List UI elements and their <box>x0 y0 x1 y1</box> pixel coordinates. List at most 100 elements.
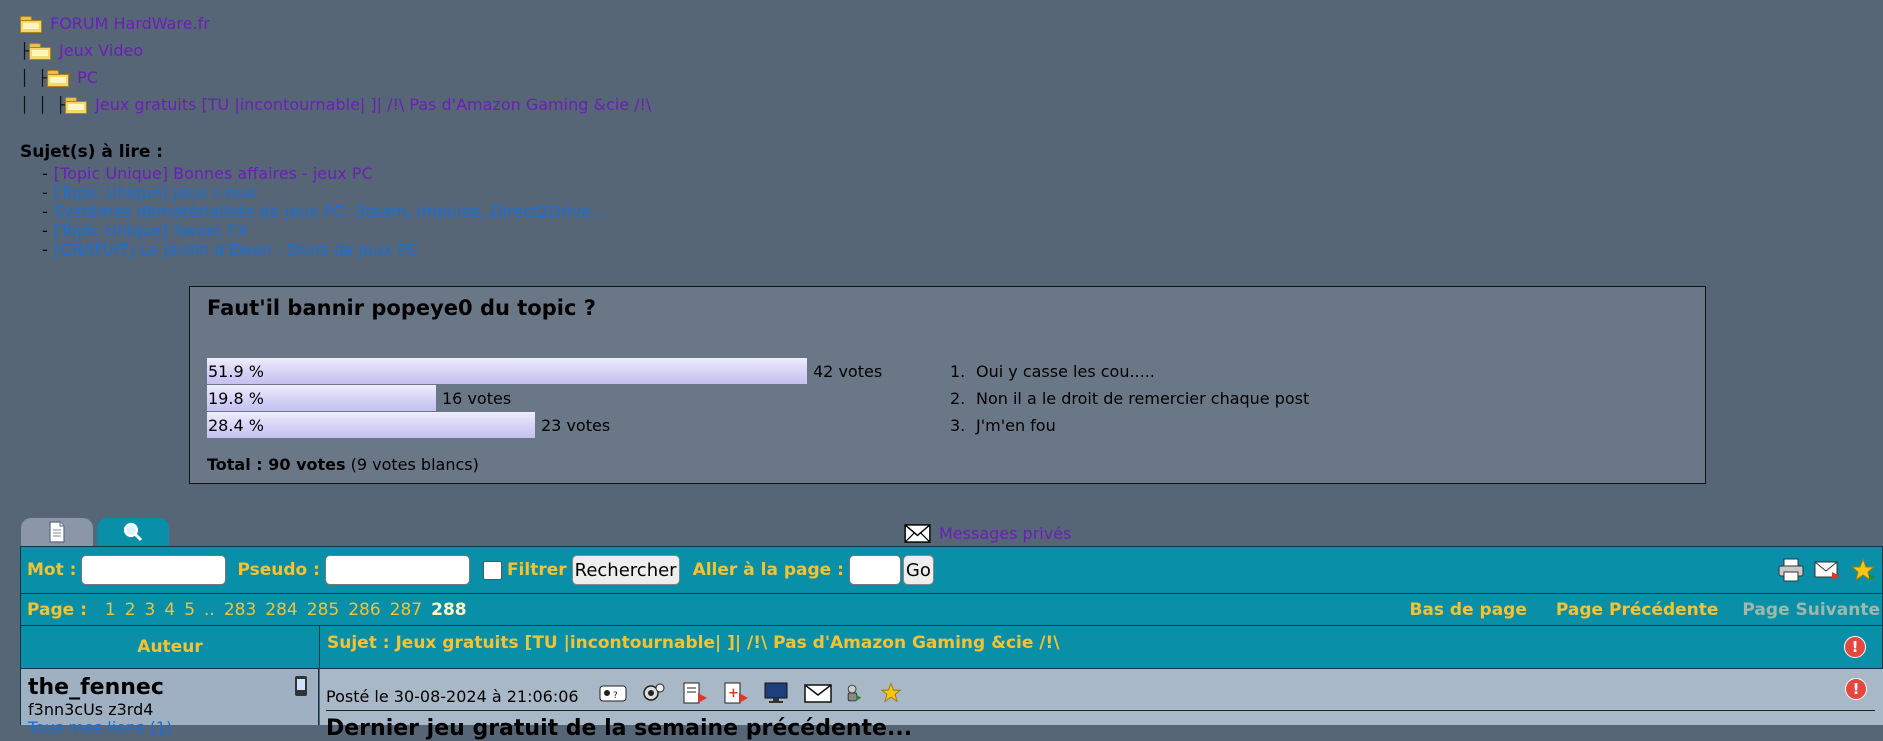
document-icon <box>49 521 65 543</box>
alert-icon[interactable]: ! <box>1844 636 1866 658</box>
topic-link[interactable]: Systèmes dématérialisés de jeux PC: Stea… <box>54 202 606 221</box>
post-body-cell: Posté le 30-08-2024 à 21:06:06 ? + ! Der… <box>320 669 1883 741</box>
quote-add-icon[interactable]: + <box>722 681 750 705</box>
page-link[interactable]: 285 <box>307 600 339 620</box>
mot-label: Mot : <box>27 560 77 580</box>
poll-option: 2. Non il a le droit de remercier chaque … <box>950 385 1309 411</box>
post-date: Posté le 30-08-2024 à 21:06:06 <box>326 687 579 706</box>
breadcrumb-item[interactable]: │ │ ├ Jeux gratuits [TU |incontournable|… <box>20 91 651 118</box>
page-link[interactable]: 3 <box>145 600 156 620</box>
mail-topic-icon[interactable] <box>1814 558 1842 582</box>
author-subtitle: f3nn3cUs z3rd4 <box>28 700 154 719</box>
author-column-header: Auteur <box>21 626 320 668</box>
private-messages[interactable]: Messages privés <box>904 524 1071 543</box>
pseudo-input[interactable] <box>324 555 470 585</box>
edit-message-icon[interactable] <box>681 681 709 705</box>
list-item: - [GRATUIT] Le Jardin d'Ewen - Dons de je… <box>42 240 419 259</box>
tree-prefix: ├ <box>20 41 30 60</box>
favorite-star-icon[interactable] <box>1850 557 1876 583</box>
breadcrumb-item[interactable]: ├ Jeux Video <box>20 37 651 64</box>
folder-icon <box>29 42 52 60</box>
search-button[interactable]: Rechercher <box>571 555 680 585</box>
post-divider <box>326 710 1875 711</box>
page-link[interactable]: 283 <box>224 600 256 620</box>
tab-search[interactable] <box>97 518 169 546</box>
list-item: - [Topic Unique] Sweet FX <box>42 221 248 240</box>
topic-link[interactable]: [GRATUIT] Le Jardin d'Ewen - Dons de jeu… <box>54 240 419 259</box>
previous-page-link[interactable]: Page Précédente <box>1556 600 1719 620</box>
alert-icon[interactable]: ! <box>1845 678 1867 700</box>
breadcrumb-link-topic[interactable]: Jeux gratuits [TU |incontournable| ]| /!… <box>95 95 651 114</box>
poll-option-number: 3. <box>950 415 966 435</box>
mobile-phone-icon <box>295 676 307 696</box>
print-icon[interactable] <box>1778 558 1804 582</box>
page-link[interactable]: 4 <box>164 600 175 620</box>
envelope-icon <box>904 524 931 543</box>
poll-option: 1. Oui y casse les cou..... <box>950 358 1155 384</box>
tree-prefix: │ ├ <box>20 68 48 87</box>
author-name[interactable]: the_fennec <box>28 675 164 700</box>
tree-prefix: │ │ ├ <box>20 95 66 114</box>
page-label: Page : <box>27 599 87 620</box>
poll-bar: 51.9 % <box>207 358 807 384</box>
profile-icon[interactable]: ? <box>599 681 627 705</box>
topic-link[interactable]: [Topic Unique] Jeux Linux <box>54 183 256 202</box>
send-mail-icon[interactable] <box>804 681 832 705</box>
breadcrumb-item[interactable]: │ ├ PC <box>20 64 651 91</box>
poll-option-label: Oui y casse les cou..... <box>976 361 1155 381</box>
poll-option-number: 1. <box>950 361 966 381</box>
pseudo-label: Pseudo : <box>237 560 320 580</box>
poll-option-number: 2. <box>950 388 966 408</box>
subject-column-header: Sujet : Jeux gratuits [TU |incontournabl… <box>327 633 1060 653</box>
bottom-of-page-link[interactable]: Bas de page <box>1409 600 1526 620</box>
topic-link[interactable]: [Topic Unique] Sweet FX <box>54 221 248 240</box>
poll-result-row: 51.9 % 42 votes <box>207 358 882 384</box>
page-link[interactable]: 1 <box>105 600 116 620</box>
poll-question: Faut'il bannir popeye0 du topic ? <box>207 296 596 320</box>
poll-result-row: 19.8 % 16 votes <box>207 385 511 411</box>
breadcrumb-link-jeux-video[interactable]: Jeux Video <box>59 41 143 60</box>
poll-votes: 23 votes <box>541 415 611 435</box>
page-link[interactable]: 2 <box>125 600 136 620</box>
post-row: the_fennec f3nn3cUs z3rd4 Tous mes liens… <box>20 669 1883 741</box>
alert-moderator-icon[interactable] <box>845 681 867 705</box>
page-ellipsis: .. <box>204 599 215 620</box>
poll-blank-votes: (9 votes blancs) <box>350 455 479 474</box>
current-page: 288 <box>431 599 467 620</box>
breadcrumb-tree: FORUM HardWare.fr ├ Jeux Video │ ├ PC │ … <box>20 10 651 118</box>
search-toolbar: Mot : Pseudo : Filtrer Rechercher Aller … <box>20 546 1883 594</box>
list-item: - Systèmes dématérialisés de jeux PC: Ste… <box>42 202 607 221</box>
monitor-icon[interactable] <box>763 681 791 705</box>
breadcrumb-link-pc[interactable]: PC <box>77 68 98 87</box>
page-link[interactable]: 5 <box>184 600 195 620</box>
tab-page[interactable] <box>21 518 93 546</box>
list-item: - [Topic Unique] Bonnes affaires - jeux P… <box>42 164 373 183</box>
star-icon[interactable] <box>880 681 902 705</box>
mot-input[interactable] <box>81 555 227 585</box>
search-icon <box>123 522 143 542</box>
page-link[interactable]: 284 <box>265 600 297 620</box>
folder-icon <box>47 69 70 87</box>
config-icon[interactable] <box>640 681 668 705</box>
folder-icon <box>65 96 88 114</box>
filter-checkbox[interactable] <box>482 560 502 580</box>
poll-bar: 19.8 % <box>207 385 436 411</box>
page-link[interactable]: 286 <box>348 600 380 620</box>
poll-bar: 28.4 % <box>207 412 535 438</box>
breadcrumb-item[interactable]: FORUM HardWare.fr <box>20 10 651 37</box>
page-link[interactable]: 287 <box>390 600 422 620</box>
poll-percent: 51.9 % <box>208 361 264 381</box>
private-messages-link[interactable]: Messages privés <box>939 524 1071 543</box>
filter-label: Filtrer <box>506 560 567 580</box>
topics-to-read: Sujet(s) à lire : - [Topic Unique] Bonnes… <box>20 142 606 259</box>
topic-link[interactable]: [Topic Unique] Bonnes affaires - jeux PC <box>54 164 373 183</box>
goto-page-label: Aller à la page : <box>692 560 844 580</box>
poll-votes: 42 votes <box>813 361 883 381</box>
poll-total-votes: Total : 90 votes <box>207 455 346 474</box>
breadcrumb-link-forum[interactable]: FORUM HardWare.fr <box>50 14 210 33</box>
author-links[interactable]: Tous mes liens (1) <box>28 718 172 737</box>
goto-page-input[interactable] <box>848 555 901 585</box>
next-page-link: Page Suivante <box>1742 599 1880 620</box>
go-button[interactable]: Go <box>902 555 934 585</box>
poll-votes: 16 votes <box>442 388 512 408</box>
